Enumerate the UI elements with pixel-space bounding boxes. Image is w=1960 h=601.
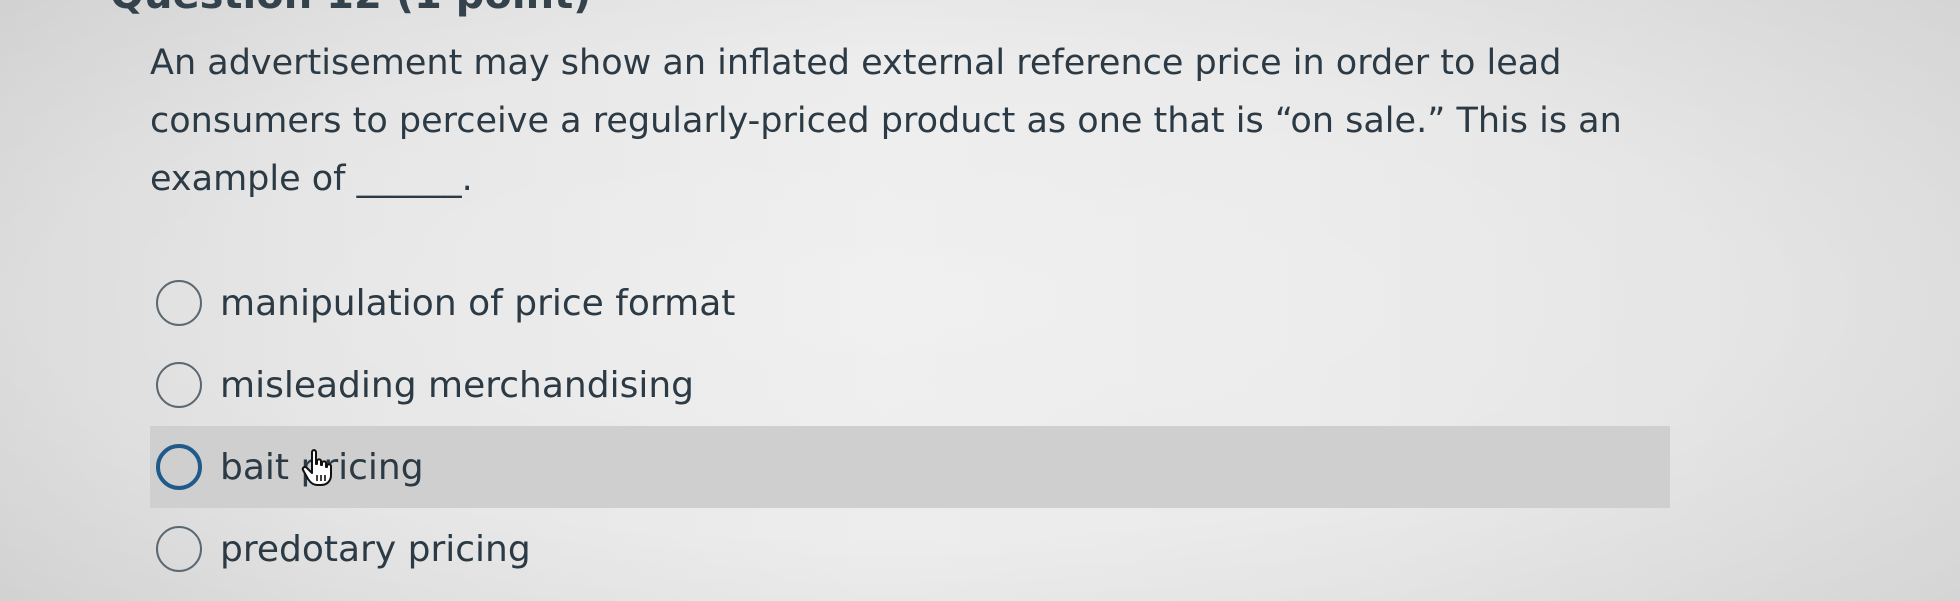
radio-button[interactable] xyxy=(156,362,202,408)
answer-label: predotary pricing xyxy=(220,528,531,570)
answer-label: manipulation of price format xyxy=(220,282,736,324)
radio-button[interactable] xyxy=(156,280,202,326)
answer-list: manipulation of price format misleading … xyxy=(150,262,1670,590)
answer-option-3[interactable]: bait pricing xyxy=(150,426,1670,508)
answer-option-1[interactable]: manipulation of price format xyxy=(150,262,1670,344)
radio-button[interactable] xyxy=(156,444,202,490)
answer-label: misleading merchandising xyxy=(220,364,694,406)
answer-option-4[interactable]: predotary pricing xyxy=(150,508,1670,590)
radio-button[interactable] xyxy=(156,526,202,572)
answer-option-2[interactable]: misleading merchandising xyxy=(150,344,1670,426)
question-header: Question 12 (1 point) xyxy=(110,0,591,18)
question-text: An advertisement may show an inflated ex… xyxy=(150,43,1622,199)
hand-pointer-icon xyxy=(301,449,332,486)
